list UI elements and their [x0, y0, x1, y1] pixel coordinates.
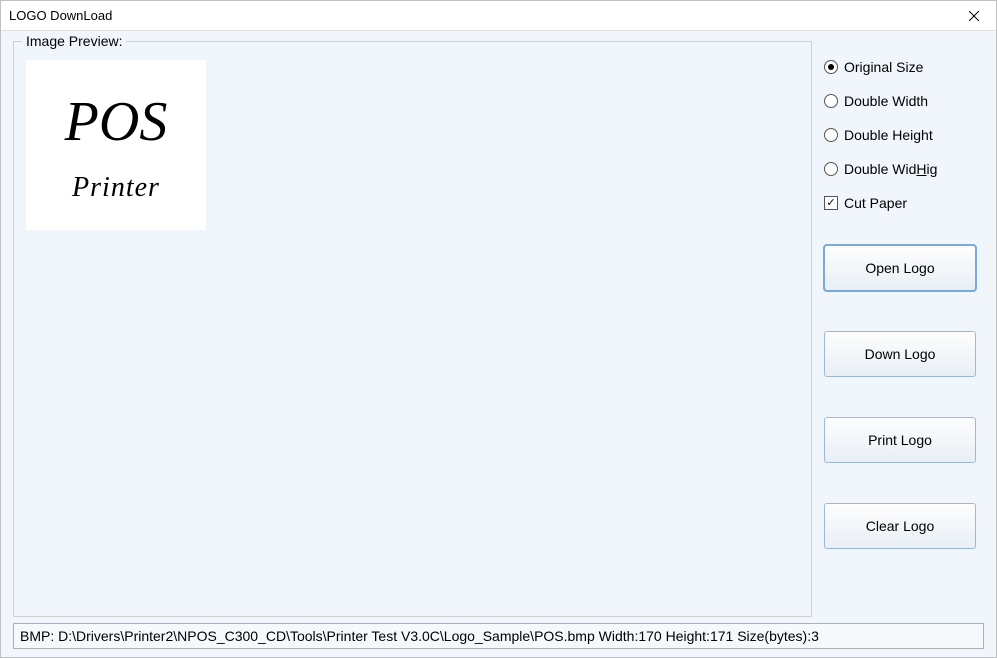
radio-double-height[interactable]: Double Height	[824, 127, 984, 143]
radio-double-widhig[interactable]: Double WidHig	[824, 161, 984, 177]
preview-legend: Image Preview:	[22, 33, 126, 49]
radio-icon	[824, 162, 838, 176]
status-size-label: Size(bytes):	[733, 628, 811, 644]
status-path: D:\Drivers\Printer2\NPOS_C300_CD\Tools\P…	[58, 628, 595, 644]
radio-label: Double Height	[844, 127, 933, 143]
status-bar: BMP: D:\Drivers\Printer2\NPOS_C300_CD\To…	[13, 623, 984, 649]
checkbox-cut-paper[interactable]: Cut Paper	[824, 195, 984, 211]
radio-original-size[interactable]: Original Size	[824, 59, 984, 75]
open-logo-button[interactable]: Open Logo	[824, 245, 976, 291]
radio-icon	[824, 128, 838, 142]
status-width-label: Width:	[595, 628, 639, 644]
preview-logo-line2: Printer	[72, 172, 160, 204]
window-title: LOGO DownLoad	[9, 8, 951, 23]
close-icon	[969, 11, 979, 21]
radio-label: Double Width	[844, 93, 928, 109]
status-height: 171	[710, 628, 733, 644]
titlebar: LOGO DownLoad	[1, 1, 996, 31]
radio-label: Double WidHig	[844, 161, 937, 177]
content-area: Image Preview: POS Printer Original Size…	[1, 31, 996, 657]
status-prefix: BMP:	[20, 628, 58, 644]
close-button[interactable]	[951, 1, 996, 31]
radio-label: Original Size	[844, 59, 923, 75]
preview-logo-line1: POS	[65, 94, 168, 150]
checkbox-icon	[824, 196, 838, 210]
status-size: 3	[811, 628, 819, 644]
preview-canvas: POS Printer	[26, 60, 206, 230]
radio-icon	[824, 60, 838, 74]
app-window: LOGO DownLoad Image Preview: POS Printer…	[0, 0, 997, 658]
radio-icon	[824, 94, 838, 108]
status-height-label: Height:	[662, 628, 710, 644]
clear-logo-button[interactable]: Clear Logo	[824, 503, 976, 549]
down-logo-button[interactable]: Down Logo	[824, 331, 976, 377]
side-panel: Original Size Double Width Double Height…	[824, 41, 984, 617]
radio-double-width[interactable]: Double Width	[824, 93, 984, 109]
print-logo-button[interactable]: Print Logo	[824, 417, 976, 463]
status-width: 170	[638, 628, 661, 644]
checkbox-label: Cut Paper	[844, 195, 907, 211]
image-preview-group: Image Preview: POS Printer	[13, 41, 812, 617]
main-row: Image Preview: POS Printer Original Size…	[13, 41, 984, 617]
